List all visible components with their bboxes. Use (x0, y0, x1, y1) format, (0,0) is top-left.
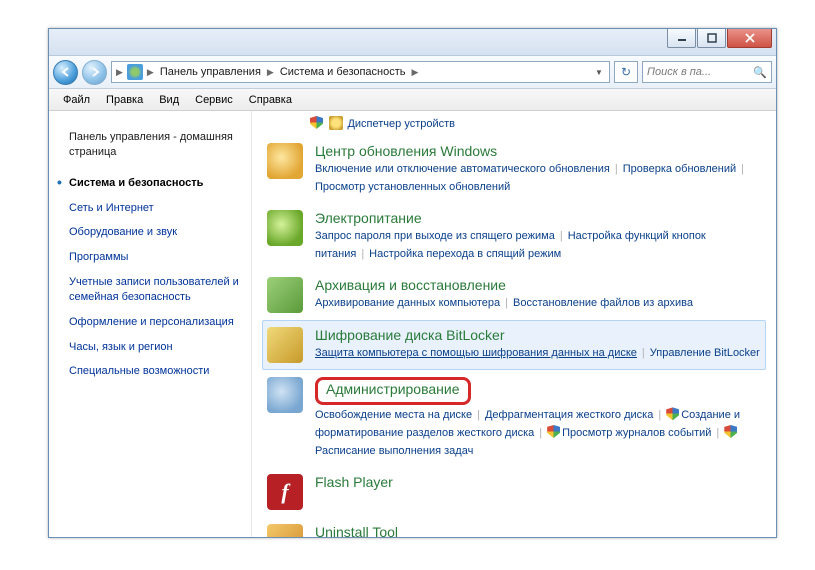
refresh-button[interactable]: ↻ (614, 61, 638, 83)
category-row: Администрирование Освобождение места на д… (262, 370, 766, 467)
separator: | (356, 248, 369, 260)
separator: | (534, 427, 547, 439)
category-links: Запрос пароля при выходе из спящего режи… (315, 228, 761, 263)
shield-icon (547, 425, 560, 438)
back-button[interactable] (53, 60, 78, 85)
category-title[interactable]: Flash Player (315, 474, 761, 490)
chevron-right-icon: ▶ (114, 67, 125, 78)
address-dropdown[interactable]: ▼ (591, 68, 607, 77)
annotation-highlight: Администрирование (315, 377, 471, 405)
sidebar-item-hardware[interactable]: Оборудование и звук (69, 220, 245, 245)
task-link[interactable]: Освобождение места на диске (315, 409, 472, 421)
task-link[interactable]: Восстановление файлов из архива (513, 297, 693, 309)
task-link[interactable]: Настройка перехода в спящий режим (369, 248, 561, 260)
forward-button[interactable] (82, 60, 107, 85)
breadcrumb-root[interactable]: Панель управления (156, 66, 265, 78)
task-link[interactable]: Управление BitLocker (650, 347, 760, 359)
separator: | (711, 427, 724, 439)
category-icon (267, 327, 303, 363)
chevron-right-icon: ▶ (265, 67, 276, 78)
sidebar-item-clock-region[interactable]: Часы, язык и регион (69, 335, 245, 360)
category-row: Шифрование диска BitLocker Защита компьют… (262, 320, 766, 370)
category-row: Электропитание Запрос пароля при выходе и… (262, 203, 766, 270)
search-placeholder: Поиск в па... (647, 66, 711, 78)
category-icon (267, 277, 303, 313)
breadcrumb-current[interactable]: Система и безопасность (276, 66, 410, 78)
chevron-right-icon: ▶ (145, 67, 156, 78)
nav-toolbar: ▶ ▶ Панель управления ▶ Система и безопа… (49, 56, 776, 89)
task-link[interactable]: Архивирование данных компьютера (315, 297, 500, 309)
sidebar-item-accessibility[interactable]: Специальные возможности (69, 359, 245, 384)
close-button[interactable] (727, 29, 772, 48)
category-title[interactable]: Шифрование диска BitLocker (315, 327, 761, 343)
category-links: Освобождение места на диске|Дефрагментац… (315, 407, 761, 460)
sidebar-item-system-security[interactable]: Система и безопасность (69, 171, 245, 196)
separator: | (653, 409, 666, 421)
separator: | (555, 230, 568, 242)
task-link[interactable]: Защита компьютера с помощью шифрования д… (315, 347, 637, 359)
category-title[interactable]: Архивация и восстановление (315, 277, 761, 293)
separator: | (610, 163, 623, 175)
sidebar-item-appearance[interactable]: Оформление и персонализация (69, 310, 245, 335)
menubar: Файл Правка Вид Сервис Справка (49, 89, 776, 111)
separator: | (472, 409, 485, 421)
task-link[interactable]: Расписание выполнения задач (315, 445, 473, 457)
category-title[interactable]: Центр обновления Windows (315, 143, 761, 159)
minimize-button[interactable] (667, 29, 696, 48)
chevron-right-icon: ▶ (410, 67, 421, 78)
address-bar[interactable]: ▶ ▶ Панель управления ▶ Система и безопа… (111, 61, 610, 83)
category-row: f Flash Player (262, 467, 766, 517)
task-link[interactable]: Просмотр установленных обновлений (315, 181, 510, 193)
category-row: Uninstall Tool (262, 517, 766, 537)
menu-help[interactable]: Справка (241, 91, 300, 109)
task-link[interactable]: Просмотр журналов событий (562, 427, 711, 439)
menu-tools[interactable]: Сервис (187, 91, 241, 109)
sidebar-home[interactable]: Панель управления - домашняя страница (69, 125, 245, 165)
search-icon: 🔍 (753, 66, 767, 79)
category-icon (267, 524, 303, 537)
separator: | (500, 297, 513, 309)
control-panel-window: ▶ ▶ Панель управления ▶ Система и безопа… (48, 28, 777, 538)
category-title[interactable]: Uninstall Tool (315, 524, 761, 537)
menu-view[interactable]: Вид (151, 91, 187, 109)
category-icon (267, 210, 303, 246)
separator: | (637, 347, 650, 359)
category-links: Защита компьютера с помощью шифрования д… (315, 345, 761, 363)
maximize-button[interactable] (697, 29, 726, 48)
category-row: Архивация и восстановление Архивирование … (262, 270, 766, 320)
search-input[interactable]: Поиск в па... 🔍 (642, 61, 772, 83)
sidebar-item-network[interactable]: Сеть и Интернет (69, 196, 245, 221)
control-panel-icon (127, 64, 143, 80)
menu-edit[interactable]: Правка (98, 91, 151, 109)
task-link[interactable]: Запрос пароля при выходе из спящего режи… (315, 230, 555, 242)
category-links: Включение или отключение автоматического… (315, 161, 761, 196)
category-links: Архивирование данных компьютера|Восстано… (315, 295, 761, 313)
sidebar: Панель управления - домашняя страница Си… (49, 111, 252, 537)
task-link[interactable]: Включение или отключение автоматического… (315, 163, 610, 175)
sidebar-item-programs[interactable]: Программы (69, 245, 245, 270)
shield-icon (310, 116, 323, 129)
category-icon: f (267, 474, 303, 510)
separator: | (736, 163, 749, 175)
menu-file[interactable]: Файл (55, 91, 98, 109)
category-icon (267, 143, 303, 179)
category-row: Центр обновления Windows Включение или от… (262, 136, 766, 203)
orphan-row: Диспетчер устройств (262, 111, 766, 136)
shield-icon (666, 407, 679, 420)
titlebar (49, 29, 776, 56)
task-link[interactable]: Проверка обновлений (623, 163, 736, 175)
sidebar-item-users[interactable]: Учетные записи пользователей и семейная … (69, 270, 245, 310)
shield-icon (724, 425, 737, 438)
task-link[interactable]: Дефрагментация жесткого диска (485, 409, 653, 421)
content-pane[interactable]: Диспетчер устройств Центр обновления Win… (252, 111, 776, 537)
category-title[interactable]: Администрирование (326, 381, 460, 397)
link-device-manager[interactable]: Диспетчер устройств (329, 118, 455, 130)
category-icon (267, 377, 303, 413)
category-title[interactable]: Электропитание (315, 210, 761, 226)
